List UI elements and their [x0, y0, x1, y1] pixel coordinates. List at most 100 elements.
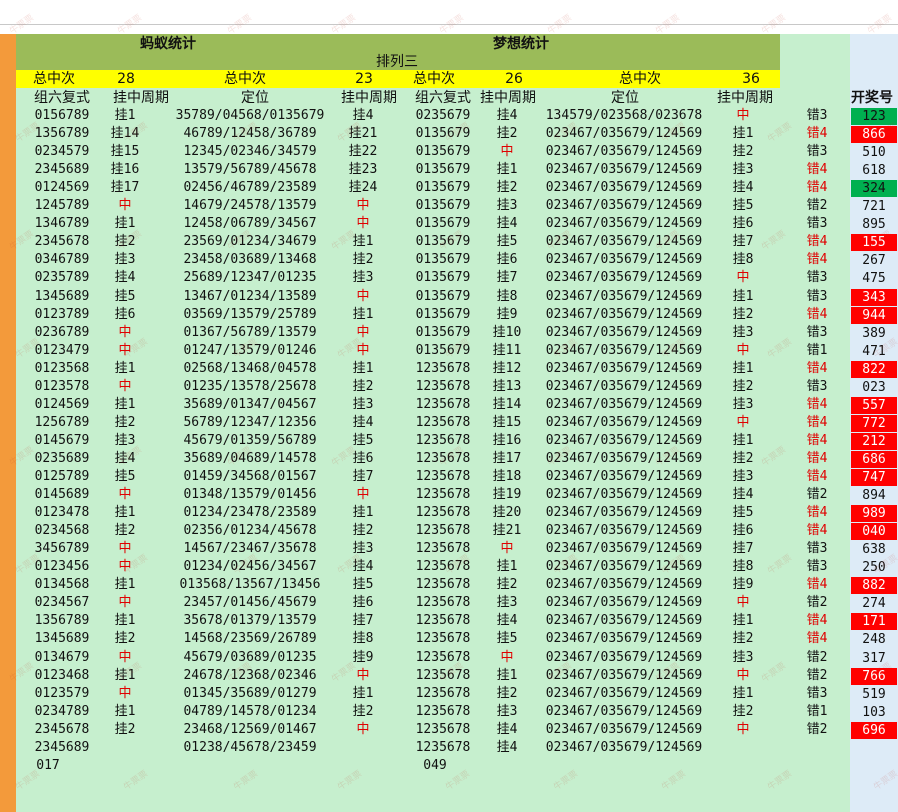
result-number: 696	[851, 722, 897, 739]
cell-z2: 1235678	[415, 361, 471, 376]
cell-d1: 14679/24578/13579	[183, 198, 317, 213]
cell-z2: 1235678	[415, 523, 471, 538]
column-header-4: 组六复式	[415, 90, 471, 106]
cell-p3: 挂4	[496, 108, 518, 123]
cell-p3: 挂9	[496, 307, 518, 322]
cell-p1: 挂1	[114, 397, 136, 412]
cell-p1: 挂1	[114, 704, 136, 719]
cell-p3: 挂5	[496, 234, 518, 249]
cell-d1: 35678/01379/13579	[183, 613, 317, 628]
cell-p4: 挂1	[732, 613, 754, 628]
result-number: 894	[862, 488, 886, 503]
cell-z2: 1235678	[415, 613, 471, 628]
cell-p2: 挂2	[352, 704, 374, 719]
cell-p3: 挂1	[496, 162, 518, 177]
cell-e: 错4	[806, 397, 828, 412]
cell-z1: 1356789	[34, 613, 90, 628]
cell-p4: 挂2	[732, 144, 754, 159]
cell-z1: 0124569	[34, 180, 90, 195]
cell-p1: 挂6	[114, 307, 136, 322]
cell-p3: 挂5	[496, 631, 518, 646]
cell-p3: 挂1	[496, 668, 518, 683]
cell-e: 错1	[806, 704, 828, 719]
result-number: 343	[851, 289, 897, 306]
cell-p3: 挂4	[496, 216, 518, 231]
cell-z2: 0135679	[415, 307, 471, 322]
result-number: 040	[851, 523, 897, 540]
cell-d2: 023467/035679/124569	[545, 523, 703, 538]
cell-p2: 挂1	[352, 505, 374, 520]
cell-d1: 01459/34568/01567	[183, 469, 317, 484]
column-header-0: 组六复式	[34, 90, 90, 106]
cell-z1: 2345678	[34, 722, 90, 737]
cell-p3: 挂20	[492, 505, 522, 520]
totals-label-0: 总中次	[33, 71, 75, 87]
cell-d1: 01345/35689/01279	[183, 686, 317, 701]
result-number: 171	[851, 613, 897, 630]
cell-p3: 挂13	[492, 379, 522, 394]
cell-z1: 0123578	[34, 379, 90, 394]
result-number: 248	[862, 632, 886, 647]
cell-p3: 挂4	[496, 613, 518, 628]
cell-e: 错4	[806, 361, 828, 376]
cell-p4: 中	[736, 722, 750, 737]
cell-z2: 0135679	[415, 289, 471, 304]
cell-d2: 023467/035679/124569	[545, 198, 703, 213]
cell-d1: 01235/13578/25678	[183, 379, 317, 394]
cell-d1: 03569/13579/25789	[183, 307, 317, 322]
cell-z2: 0135679	[415, 162, 471, 177]
cell-p3: 挂11	[492, 343, 522, 358]
cell-z2: 0135679	[415, 144, 471, 159]
cell-d2: 023467/035679/124569	[545, 704, 703, 719]
cell-p3: 中	[500, 541, 514, 556]
cell-d1: 01348/13579/01456	[183, 487, 317, 502]
cell-p4: 挂3	[732, 325, 754, 340]
right-section-title: 梦想统计	[493, 36, 549, 52]
cell-e: 错2	[806, 650, 828, 665]
cell-p4: 中	[736, 108, 750, 123]
cell-e: 错4	[806, 307, 828, 322]
cell-p1: 中	[118, 198, 132, 213]
cell-p2: 挂3	[352, 397, 374, 412]
cell-p1: 挂2	[114, 631, 136, 646]
cell-e: 错4	[806, 469, 828, 484]
cell-e: 错3	[806, 559, 828, 574]
cell-p4: 挂5	[732, 198, 754, 213]
cell-z1: 0346789	[34, 252, 90, 267]
cell-z1: 0234568	[34, 523, 90, 538]
cell-z2: 1235678	[415, 379, 471, 394]
cell-p3: 挂2	[496, 126, 518, 141]
cell-z1: 0235789	[34, 270, 90, 285]
result-number: 324	[851, 180, 897, 197]
cell-e: 错4	[806, 577, 828, 592]
cell-p1: 挂4	[114, 270, 136, 285]
cell-z2: 1235678	[415, 505, 471, 520]
cell-d1: 02456/46789/23589	[183, 180, 317, 195]
cell-e: 错2	[806, 487, 828, 502]
cell-p3: 挂15	[492, 415, 522, 430]
cell-p4: 挂3	[732, 397, 754, 412]
cell-d2: 023467/035679/124569	[545, 307, 703, 322]
cell-z2: 1235678	[415, 704, 471, 719]
cell-z2: 1235678	[415, 722, 471, 737]
cell-p4: 挂2	[732, 307, 754, 322]
cell-e: 错4	[806, 162, 828, 177]
cell-e: 错3	[806, 216, 828, 231]
result-number: 274	[862, 596, 886, 611]
cell-d2: 023467/035679/124569	[545, 379, 703, 394]
cell-e: 错3	[806, 108, 828, 123]
cell-p1: 挂17	[110, 180, 140, 195]
cell-e: 错3	[806, 379, 828, 394]
column-header-3: 挂中周期	[341, 90, 397, 106]
cell-p4: 挂4	[732, 487, 754, 502]
totals-label-3: 23	[355, 71, 373, 87]
cell-d2: 023467/035679/124569	[545, 162, 703, 177]
cell-z2: 0135679	[415, 198, 471, 213]
result-number: 023	[862, 380, 886, 395]
cell-p3: 中	[500, 144, 514, 159]
cell-p4: 挂2	[732, 631, 754, 646]
cell-p2: 挂4	[352, 415, 374, 430]
cell-e: 错4	[806, 523, 828, 538]
cell-d1: 23458/03689/13468	[183, 252, 317, 267]
cell-d1: 13467/01234/13589	[183, 289, 317, 304]
